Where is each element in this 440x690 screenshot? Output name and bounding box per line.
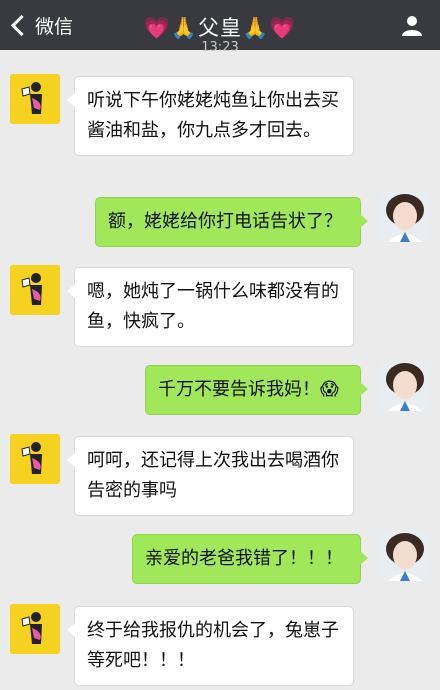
message-bubble: 亲爱的老爸我错了！！！ [132, 534, 368, 584]
avatar[interactable] [380, 192, 430, 242]
avatar[interactable] [380, 361, 430, 411]
message-bubble: 听说下午你姥姥炖鱼让你出去买酱油和盐，你九点多才回去。 [67, 76, 354, 156]
chat-title: 💗🙏父皇🙏💗 [143, 16, 297, 40]
message-bubble: 终于给我报仇的机会了，兔崽子等死吧！！！ [67, 606, 354, 686]
avatar[interactable] [10, 434, 60, 484]
message-bubble: 额，姥姥给你打电话告状了？ [95, 197, 368, 247]
message-bubble: 嗯，她炖了一锅什么味都没有的鱼，快疯了。 [67, 267, 354, 347]
avatar[interactable] [10, 265, 60, 315]
avatar[interactable] [380, 531, 430, 581]
message-bubble: 呵呵，还记得上次我出去喝酒你告密的事吗 [67, 436, 354, 516]
avatar[interactable] [10, 74, 60, 124]
timestamp: 13:23 [201, 40, 239, 55]
person-icon[interactable] [400, 13, 424, 37]
message-bubble: 千万不要告诉我妈！😱 [145, 365, 368, 415]
avatar[interactable] [10, 604, 60, 654]
